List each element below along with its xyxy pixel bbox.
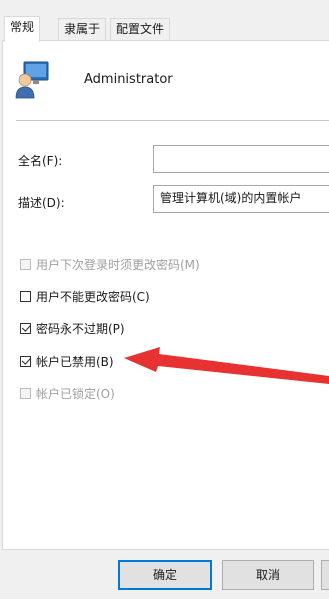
cannot-change-password-checkbox[interactable]: 用户不能更改密码(C) — [20, 288, 150, 304]
account-disabled-checkbox[interactable]: 帐户已禁用(B) — [20, 353, 114, 369]
cancel-button[interactable]: 取消 — [222, 560, 314, 590]
checkbox-label: 帐户已禁用(B) — [36, 354, 114, 369]
password-never-expires-checkbox[interactable]: 密码永不过期(P) — [20, 320, 125, 336]
tab-profile[interactable]: 配置文件 — [110, 18, 171, 40]
checkbox-label: 用户不能更改密码(C) — [36, 289, 150, 304]
ok-button[interactable]: 确定 — [118, 560, 212, 590]
checkbox-label: 帐户已锁定(O) — [36, 386, 115, 401]
description-input[interactable]: 管理计算机(域)的内置帐户 — [153, 185, 329, 213]
checkbox-box[interactable] — [20, 322, 31, 334]
apply-button-partial[interactable] — [321, 560, 329, 590]
checkbox-box[interactable] — [20, 258, 31, 270]
checkbox-box[interactable] — [20, 387, 31, 399]
checkbox-box[interactable] — [20, 290, 31, 302]
checkbox-label: 用户下次登录时须更改密码(M) — [36, 257, 200, 272]
full-name-label: 全名(F): — [18, 154, 63, 168]
checkbox-label: 密码永不过期(P) — [36, 321, 125, 336]
tab-member-of[interactable]: 隶属于 — [58, 18, 107, 40]
checkbox-box[interactable] — [20, 355, 31, 367]
must-change-password-checkbox[interactable]: 用户下次登录时须更改密码(M) — [20, 256, 200, 272]
tab-general[interactable]: 常规 — [4, 16, 41, 42]
account-locked-checkbox[interactable]: 帐户已锁定(O) — [20, 385, 115, 401]
tab-strip: 常规 隶属于 配置文件 — [0, 16, 329, 42]
description-label: 描述(D): — [18, 196, 65, 210]
full-name-input[interactable] — [153, 145, 329, 173]
account-name: Administrator — [84, 72, 173, 87]
separator — [16, 120, 329, 121]
user-computer-icon — [15, 61, 49, 99]
